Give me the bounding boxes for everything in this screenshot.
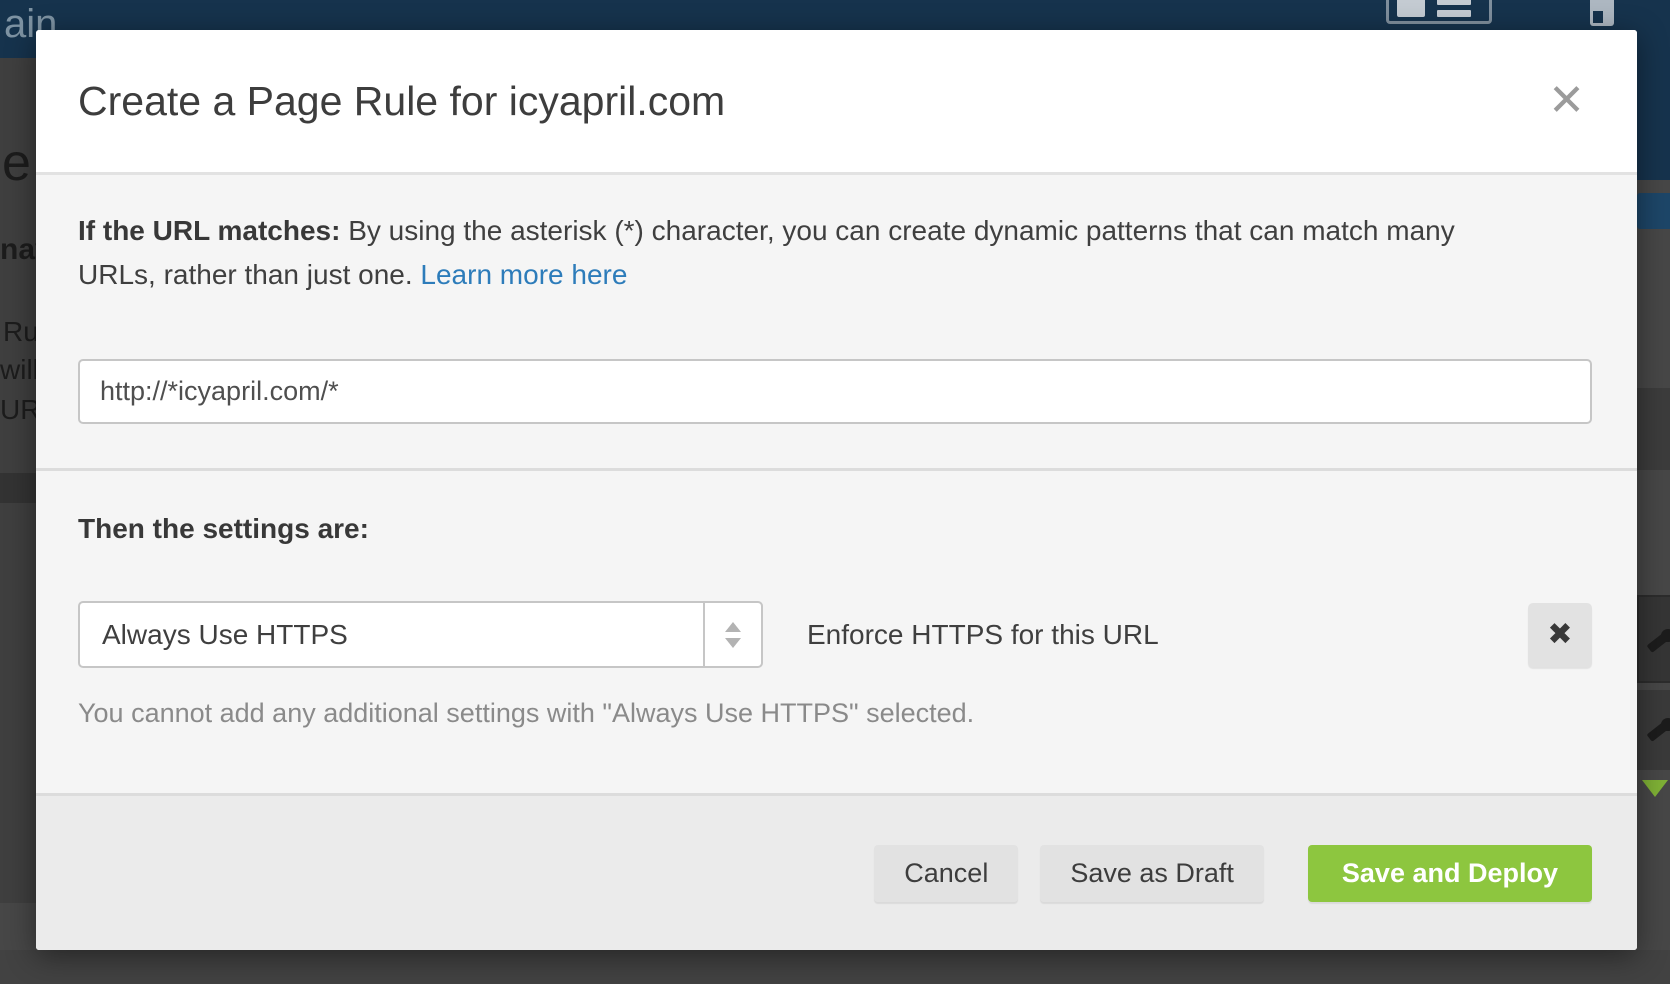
- background-block: [0, 903, 36, 950]
- background-navy-block: [1637, 0, 1670, 180]
- background-bottom-strip: [0, 950, 1670, 984]
- background-row: [1637, 690, 1670, 770]
- settings-section: Then the settings are: Always Use HTTPS …: [36, 471, 1637, 793]
- url-pattern-input[interactable]: [78, 359, 1592, 424]
- save-and-deploy-button[interactable]: Save and Deploy: [1308, 845, 1592, 902]
- background-row: [1637, 595, 1670, 683]
- green-caret-icon: [1642, 780, 1668, 797]
- create-page-rule-modal: Create a Page Rule for icyapril.com ✕ If…: [36, 30, 1637, 950]
- background-button-fragment: [1637, 193, 1670, 229]
- remove-setting-button[interactable]: ✖: [1528, 603, 1592, 667]
- setting-row: Always Use HTTPS Enforce HTTPS for this …: [78, 601, 1592, 668]
- close-icon[interactable]: ✕: [1548, 79, 1585, 123]
- remove-icon: ✖: [1547, 620, 1572, 650]
- url-match-label: If the URL matches:: [78, 215, 340, 246]
- select-spinner-icon[interactable]: [703, 603, 761, 666]
- background-left-strip: e nav Ru will UR: [0, 58, 36, 950]
- background-text-fragment: UR: [0, 394, 36, 426]
- setting-select[interactable]: Always Use HTTPS: [78, 601, 763, 668]
- background-block: [1637, 388, 1670, 470]
- background-text-fragment: nav: [0, 233, 36, 267]
- background-text-fragment: will: [0, 354, 36, 386]
- wrench-icon: [1647, 625, 1670, 655]
- wrench-icon: [1647, 714, 1670, 744]
- settings-heading: Then the settings are:: [78, 513, 1592, 545]
- cancel-button[interactable]: Cancel: [874, 845, 1018, 902]
- save-as-draft-button[interactable]: Save as Draft: [1040, 845, 1264, 902]
- background-text-fragment: Ru: [3, 316, 36, 348]
- screen: ain. e nav Ru will UR Create a Page Rule…: [0, 0, 1670, 984]
- partial-topbar-icon: [1590, 0, 1614, 26]
- background-text-fragment: e: [2, 133, 31, 193]
- modal-header: Create a Page Rule for icyapril.com ✕: [36, 30, 1637, 175]
- layout-grid-icon: [1386, 0, 1492, 24]
- background-right-strip: [1637, 0, 1670, 984]
- settings-note: You cannot add any additional settings w…: [78, 698, 1592, 729]
- modal-title: Create a Page Rule for icyapril.com: [78, 78, 725, 125]
- modal-footer: Cancel Save as Draft Save and Deploy: [36, 793, 1637, 950]
- url-match-description: If the URL matches: By using the asteris…: [78, 209, 1488, 297]
- setting-description: Enforce HTTPS for this URL: [807, 619, 1159, 651]
- url-match-section: If the URL matches: By using the asteris…: [36, 175, 1637, 471]
- background-block: [0, 473, 36, 503]
- setting-select-value: Always Use HTTPS: [80, 603, 703, 666]
- learn-more-link[interactable]: Learn more here: [420, 259, 627, 290]
